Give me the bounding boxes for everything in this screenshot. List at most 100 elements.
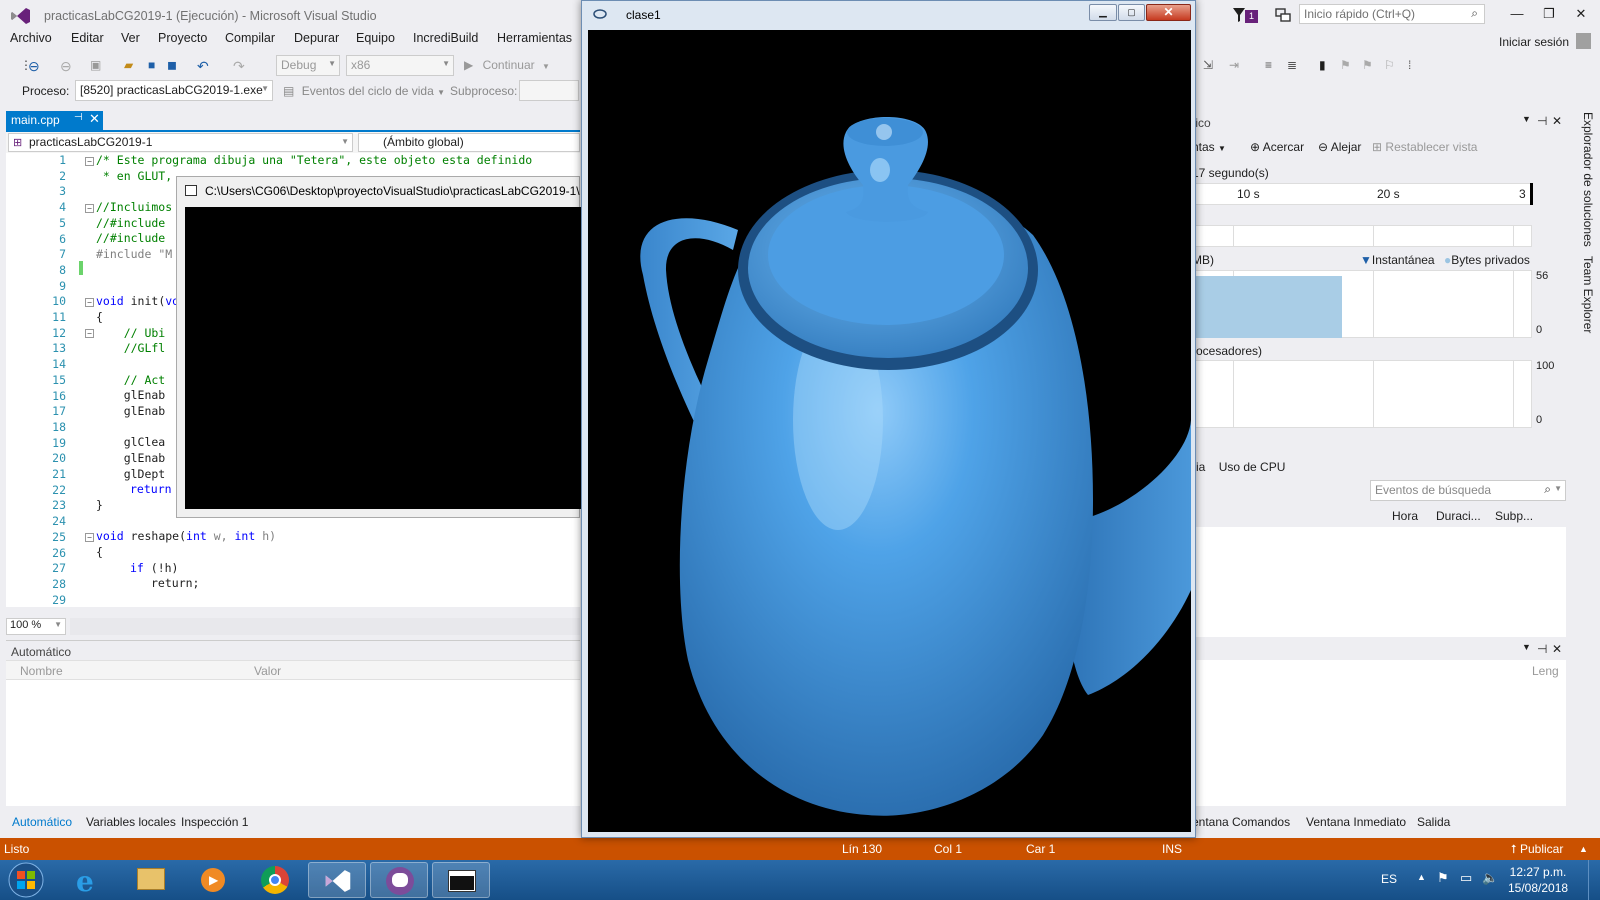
- action-center-icon[interactable]: ⚑: [1437, 870, 1449, 886]
- gl-maximize-button[interactable]: ▢: [1118, 4, 1145, 21]
- console-window[interactable]: C:\Users\CG06\Desktop\proyectoVisualStud…: [176, 176, 581, 518]
- continue-button[interactable]: ▶ Continuar ▼: [464, 58, 550, 76]
- menu-proyecto[interactable]: Proyecto: [158, 31, 207, 45]
- internet-explorer-icon[interactable]: e: [60, 862, 118, 898]
- column-subproceso[interactable]: Subp...: [1495, 509, 1533, 523]
- prev-bookmark-icon[interactable]: ⚑: [1340, 58, 1351, 76]
- maximize-button[interactable]: ❐: [1535, 4, 1563, 24]
- gl-close-button[interactable]: ✕: [1146, 4, 1191, 21]
- platform-select[interactable]: x86 ▼: [346, 55, 454, 76]
- events-list[interactable]: [1192, 527, 1566, 637]
- diagnostic-events-track[interactable]: [1192, 225, 1532, 247]
- tab-ventana-inmediato[interactable]: Ventana Inmediato: [1306, 815, 1406, 829]
- step-into-icon[interactable]: ⇲: [1203, 58, 1213, 76]
- column-lenguaje[interactable]: Leng: [1532, 664, 1559, 678]
- tab-ventana-comandos[interactable]: entana Comandos: [1192, 815, 1290, 829]
- close-panel-icon[interactable]: ✕: [1552, 114, 1562, 128]
- feedback-icon[interactable]: [1274, 6, 1292, 24]
- save-icon[interactable]: ■: [148, 58, 155, 76]
- scope-dropdown[interactable]: (Ámbito global): [358, 133, 580, 152]
- fold-toggle-icon[interactable]: −: [85, 329, 94, 338]
- fold-toggle-icon[interactable]: −: [85, 298, 94, 307]
- opengl-window[interactable]: clase1 ▁ ▢ ✕: [581, 0, 1196, 838]
- opengl-canvas[interactable]: [588, 30, 1191, 832]
- save-all-icon[interactable]: ◼: [167, 58, 177, 76]
- signin-link[interactable]: Iniciar sesión: [1499, 35, 1569, 49]
- visual-studio-taskbar-icon[interactable]: [308, 862, 366, 898]
- publish-expand-icon[interactable]: ▲: [1579, 844, 1588, 854]
- redo-icon[interactable]: ↷: [233, 58, 245, 76]
- config-select[interactable]: Debug ▼: [276, 55, 340, 76]
- project-dropdown[interactable]: ⊞ practicasLabCG2019-1 ▼: [8, 133, 353, 152]
- minimize-button[interactable]: —: [1503, 4, 1531, 24]
- timeline-ruler[interactable]: 10 s 20 s 3: [1192, 183, 1532, 205]
- panel-menu-icon[interactable]: ▼: [1522, 114, 1531, 124]
- open-file-icon[interactable]: ▰: [124, 58, 133, 76]
- menu-herramientas[interactable]: Herramientas: [497, 31, 572, 45]
- menu-depurar[interactable]: Depurar: [294, 31, 339, 45]
- column-duracion[interactable]: Duraci...: [1436, 509, 1481, 523]
- back-icon[interactable]: ⊖: [28, 58, 40, 76]
- tab-automatico[interactable]: Automático: [12, 815, 72, 829]
- tab-inspeccion-1[interactable]: Inspección 1: [181, 815, 248, 829]
- uncomment-icon[interactable]: ≣: [1287, 58, 1297, 76]
- fold-toggle-icon[interactable]: −: [85, 157, 94, 166]
- pin-icon[interactable]: ⊣: [1537, 642, 1547, 656]
- search-options-icon[interactable]: ▼: [1554, 484, 1562, 493]
- step-over-icon[interactable]: ⇥: [1229, 58, 1239, 76]
- menu-incredibuild[interactable]: IncrediBuild: [413, 31, 478, 45]
- start-button-icon[interactable]: [6, 861, 46, 899]
- clear-bookmarks-icon[interactable]: ⚐: [1384, 58, 1395, 76]
- forward-icon[interactable]: ⊖: [60, 58, 72, 76]
- cpu-chart[interactable]: [1192, 360, 1532, 428]
- show-desktop-button[interactable]: [1588, 860, 1600, 900]
- process-select[interactable]: [8520] practicasLabCG2019-1.exe ▼: [75, 80, 273, 101]
- tab-variables-locales[interactable]: Variables locales: [86, 815, 176, 829]
- close-panel-icon[interactable]: ✕: [1552, 642, 1562, 656]
- gl-minimize-button[interactable]: ▁: [1089, 4, 1117, 21]
- zoom-in-button[interactable]: ⊕ Acercar: [1250, 140, 1304, 154]
- bookmark-icon[interactable]: ▮: [1319, 58, 1326, 76]
- tab-salida[interactable]: Salida: [1417, 815, 1450, 829]
- subprocess-select[interactable]: [519, 80, 579, 101]
- menu-archivo[interactable]: Archivo: [10, 31, 52, 45]
- undo-icon[interactable]: ↶: [197, 58, 209, 76]
- timeline-cursor[interactable]: [1530, 183, 1533, 205]
- console-output[interactable]: [185, 207, 581, 509]
- zoom-out-button[interactable]: ⊖ Alejar: [1318, 140, 1361, 154]
- menu-compilar[interactable]: Compilar: [225, 31, 275, 45]
- tray-overflow-icon[interactable]: ▲: [1417, 872, 1426, 882]
- tab-explorador-soluciones[interactable]: Explorador de soluciones: [1581, 112, 1595, 247]
- close-button[interactable]: ✕: [1567, 4, 1595, 24]
- chrome-icon[interactable]: [246, 862, 304, 898]
- tab-main-cpp[interactable]: main.cpp ⊣ ✕: [6, 111, 103, 130]
- column-hora[interactable]: Hora: [1392, 509, 1418, 523]
- panel-menu-icon[interactable]: ▼: [1522, 642, 1531, 652]
- zoom-select[interactable]: 100 % ▼: [6, 618, 66, 635]
- output-panel-grid[interactable]: Leng: [1192, 660, 1566, 806]
- publish-button[interactable]: ⭡ Publicar: [1511, 842, 1563, 857]
- autos-grid[interactable]: [6, 680, 580, 806]
- github-desktop-icon[interactable]: [370, 862, 428, 898]
- notification-count-badge[interactable]: 1: [1245, 10, 1258, 23]
- next-bookmark-icon[interactable]: ⚑: [1362, 58, 1373, 76]
- reset-view-button[interactable]: ⊞ Restablecer vista: [1372, 140, 1477, 154]
- account-icon[interactable]: [1576, 33, 1591, 49]
- pin-icon[interactable]: ⊣: [1537, 114, 1547, 128]
- new-project-icon[interactable]: ▣: [90, 58, 101, 76]
- search-icon[interactable]: ⌕: [1544, 482, 1551, 497]
- column-name[interactable]: Nombre: [20, 664, 63, 678]
- select-tools-button[interactable]: ntas ▼: [1192, 140, 1226, 154]
- language-indicator[interactable]: ES: [1381, 872, 1397, 886]
- menu-equipo[interactable]: Equipo: [356, 31, 395, 45]
- lifecycle-events-button[interactable]: ▤ Eventos del ciclo de vida ▼: [283, 84, 445, 98]
- menu-editar[interactable]: Editar: [71, 31, 104, 45]
- network-icon[interactable]: ▭: [1460, 870, 1472, 886]
- toolbar-overflow-icon[interactable]: ⁞: [1408, 58, 1411, 76]
- search-icon[interactable]: ⌕: [1471, 6, 1478, 21]
- volume-icon[interactable]: 🔈: [1482, 870, 1498, 886]
- comment-icon[interactable]: ≡: [1265, 58, 1272, 76]
- column-value[interactable]: Valor: [254, 664, 281, 678]
- menu-ver[interactable]: Ver: [121, 31, 140, 45]
- media-player-icon[interactable]: ▶: [184, 862, 242, 898]
